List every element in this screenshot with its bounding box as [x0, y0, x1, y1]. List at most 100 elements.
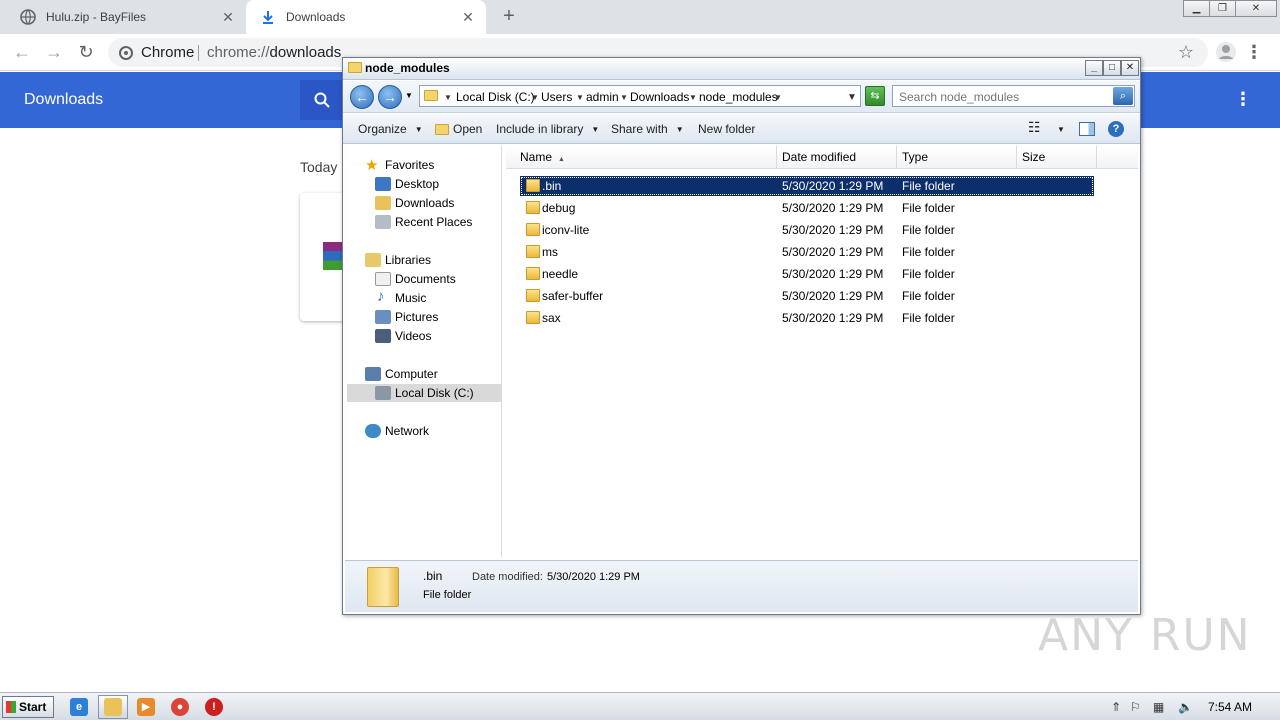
new-tab-button[interactable]: +: [498, 6, 520, 28]
minimize-button[interactable]: ▁: [1183, 0, 1210, 17]
nav-music[interactable]: Music: [395, 291, 426, 305]
search-box[interactable]: ⌕: [892, 85, 1135, 107]
documents-icon: [375, 272, 391, 286]
row-name: .bin: [542, 179, 562, 193]
view-options-icon[interactable]: ☷: [1028, 119, 1041, 136]
recent-pages-icon[interactable]: ▼: [405, 91, 413, 100]
row-name: ms: [542, 245, 558, 259]
breadcrumb-local-disk[interactable]: Local Disk (C:): [456, 90, 535, 104]
forward-button[interactable]: →: [42, 41, 66, 65]
back-button[interactable]: ←: [10, 41, 34, 65]
folder-icon: [526, 201, 540, 214]
close-window-button[interactable]: ✕: [1121, 60, 1139, 76]
breadcrumb-admin[interactable]: admin: [586, 90, 619, 104]
stop-app-icon[interactable]: !: [205, 698, 223, 716]
nav-computer[interactable]: Computer: [385, 367, 438, 381]
search-button[interactable]: [300, 80, 344, 120]
chevron-down-icon[interactable]: ▼: [444, 93, 452, 102]
volume-icon[interactable]: 🔈: [1178, 700, 1193, 714]
chevron-down-icon[interactable]: ▼: [620, 93, 628, 102]
tray-expand-icon[interactable]: ⇑: [1111, 700, 1121, 714]
row-type: File folder: [902, 311, 955, 325]
chevron-down-icon[interactable]: ▼: [689, 93, 697, 102]
close-icon[interactable]: ✕: [220, 9, 236, 25]
nav-network[interactable]: Network: [385, 424, 429, 438]
nav-libraries[interactable]: Libraries: [385, 253, 431, 267]
column-date-modified[interactable]: Date modified: [777, 146, 897, 169]
refresh-button[interactable]: ⇆: [865, 86, 885, 106]
preview-pane-icon[interactable]: [1079, 122, 1095, 136]
search-input[interactable]: [899, 90, 1099, 104]
organize-button[interactable]: Organize ▼: [358, 122, 423, 136]
table-row[interactable]: ms 5/30/2020 1:29 PM File folder: [520, 242, 1094, 262]
omnibox-scheme-label: Chrome: [141, 44, 195, 61]
music-icon: ♪: [377, 288, 385, 305]
maximize-button[interactable]: □: [1103, 60, 1121, 76]
start-button[interactable]: Start: [2, 696, 54, 718]
table-row[interactable]: needle 5/30/2020 1:29 PM File folder: [520, 264, 1094, 284]
share-with-button[interactable]: Share with ▼: [611, 122, 684, 136]
bookmark-star-icon[interactable]: ☆: [1174, 41, 1198, 65]
section-today: Today: [300, 159, 338, 175]
explorer-titlebar[interactable]: node_modules _ □ ✕: [343, 58, 1140, 80]
profile-avatar-icon[interactable]: [1215, 41, 1237, 63]
chrome-menu-icon[interactable]: ⋮: [1242, 41, 1266, 65]
nav-pictures[interactable]: Pictures: [395, 310, 438, 324]
media-player-icon[interactable]: ▶: [137, 698, 155, 716]
column-size[interactable]: Size: [1017, 146, 1097, 169]
chevron-down-icon[interactable]: ▼: [1057, 125, 1065, 134]
row-type: File folder: [902, 267, 955, 281]
column-type[interactable]: Type: [897, 146, 1017, 169]
search-icon[interactable]: ⌕: [1113, 87, 1133, 105]
nav-local-disk[interactable]: Local Disk (C:): [395, 386, 474, 400]
tab-hulu-bayfiles[interactable]: Hulu.zip - BayFiles ✕: [8, 0, 246, 34]
breadcrumb-node-modules[interactable]: node_modules: [699, 90, 778, 104]
navigation-pane: ★ Favorites Desktop Downloads Recent Pla…: [345, 146, 502, 557]
breadcrumb[interactable]: ▼ Local Disk (C:) ▼ Users ▼ admin ▼ Down…: [419, 85, 861, 107]
details-type: File folder: [423, 589, 472, 601]
nav-recent-places[interactable]: Recent Places: [395, 215, 472, 229]
network-tray-icon[interactable]: ▦: [1153, 700, 1164, 714]
chevron-down-icon[interactable]: ▼: [774, 93, 782, 102]
row-name: sax: [542, 311, 561, 325]
include-in-library-button[interactable]: Include in library ▼: [496, 122, 599, 136]
chrome-icon[interactable]: ●: [171, 698, 189, 716]
table-row[interactable]: .bin 5/30/2020 1:29 PM File folder: [520, 176, 1094, 196]
table-row[interactable]: safer-buffer 5/30/2020 1:29 PM File fold…: [520, 286, 1094, 306]
table-row[interactable]: sax 5/30/2020 1:29 PM File folder: [520, 308, 1094, 328]
nav-videos[interactable]: Videos: [395, 329, 431, 343]
minimize-button[interactable]: _: [1085, 60, 1103, 76]
open-button[interactable]: Open: [453, 122, 482, 136]
table-row[interactable]: iconv-lite 5/30/2020 1:29 PM File folder: [520, 220, 1094, 240]
nav-downloads[interactable]: Downloads: [395, 196, 454, 210]
folder-icon: [367, 567, 399, 607]
action-center-flag-icon[interactable]: ⚐: [1130, 700, 1141, 714]
breadcrumb-users[interactable]: Users: [541, 90, 572, 104]
back-button[interactable]: ←: [350, 85, 374, 109]
nav-desktop[interactable]: Desktop: [395, 177, 439, 191]
close-window-button[interactable]: ✕: [1235, 0, 1277, 17]
column-name[interactable]: Name ▲: [506, 146, 777, 169]
table-row[interactable]: debug 5/30/2020 1:29 PM File folder: [520, 198, 1094, 218]
system-clock[interactable]: 7:54 AM: [1208, 700, 1252, 714]
reload-button[interactable]: ↻: [74, 41, 98, 65]
nav-favorites[interactable]: Favorites: [385, 158, 434, 172]
internet-explorer-icon[interactable]: e: [70, 698, 88, 716]
address-history-dropdown[interactable]: ▼: [847, 92, 857, 103]
chevron-down-icon[interactable]: ▼: [576, 93, 584, 102]
help-icon[interactable]: ?: [1108, 121, 1124, 137]
close-icon[interactable]: ✕: [460, 9, 476, 25]
details-date-label: Date modified:: [472, 571, 543, 583]
pictures-icon: [375, 310, 391, 324]
more-actions-icon[interactable]: ⋮: [1234, 89, 1252, 109]
forward-button[interactable]: →: [378, 85, 402, 109]
share-with-label: Share with: [611, 122, 668, 136]
local-disk-icon: [375, 386, 391, 400]
tab-downloads[interactable]: Downloads ✕: [246, 0, 486, 34]
nav-documents[interactable]: Documents: [395, 272, 456, 286]
chevron-down-icon[interactable]: ▼: [531, 93, 539, 102]
row-type: File folder: [902, 201, 955, 215]
restore-button[interactable]: ❐: [1209, 0, 1236, 17]
breadcrumb-downloads[interactable]: Downloads: [630, 90, 689, 104]
new-folder-button[interactable]: New folder: [698, 122, 755, 136]
